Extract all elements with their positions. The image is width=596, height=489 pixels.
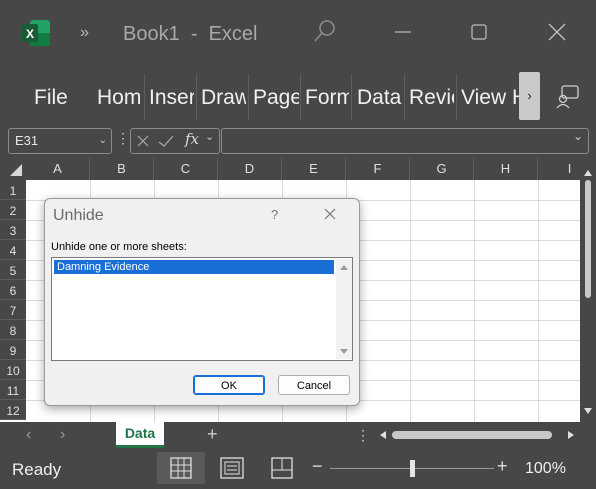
name-box-value: E31: [15, 133, 39, 148]
row-header[interactable]: 12: [0, 400, 26, 420]
row-header[interactable]: 6: [0, 280, 26, 300]
list-item[interactable]: Damning Evidence: [54, 260, 334, 274]
column-header[interactable]: A: [26, 158, 90, 180]
close-icon[interactable]: [321, 205, 339, 223]
row-header[interactable]: 8: [0, 320, 26, 340]
column-header[interactable]: I: [538, 158, 580, 180]
ok-button[interactable]: OK: [193, 375, 265, 395]
tab-page-layout[interactable]: Page: [253, 86, 299, 110]
next-sheet-icon[interactable]: ›: [60, 426, 65, 444]
tab-separator: [248, 74, 249, 120]
vertical-dots-icon[interactable]: ⋮: [356, 427, 370, 444]
row-header[interactable]: 2: [0, 200, 26, 220]
zoom-out-button[interactable]: −: [312, 456, 323, 477]
tab-insert[interactable]: Inser: [149, 86, 194, 110]
row-header[interactable]: 5: [0, 260, 26, 280]
new-sheet-button[interactable]: +: [207, 424, 218, 445]
tab-help[interactable]: H: [512, 86, 519, 110]
tab-separator: [196, 74, 197, 120]
tab-formulas[interactable]: Form: [305, 86, 349, 110]
ribbon-scroll-right-button[interactable]: ›: [519, 72, 540, 120]
tab-review[interactable]: Revie: [409, 86, 454, 110]
row-header[interactable]: 7: [0, 300, 26, 320]
tab-draw[interactable]: Draw: [201, 86, 246, 110]
chevron-down-icon[interactable]: ⌄: [99, 129, 107, 153]
search-icon[interactable]: [312, 18, 338, 44]
zoom-in-button[interactable]: +: [497, 456, 508, 477]
column-header[interactable]: B: [90, 158, 154, 180]
status-text: Ready: [12, 460, 62, 479]
insert-function-icon[interactable]: fx: [185, 130, 199, 148]
name-box[interactable]: E31 ⌄: [8, 128, 112, 154]
column-header[interactable]: H: [474, 158, 538, 180]
list-scrollbar[interactable]: [336, 259, 352, 359]
page-break-preview-icon[interactable]: [258, 452, 306, 484]
sheet-list-label: Unhide one or more sheets:: [51, 241, 187, 253]
previous-sheet-icon[interactable]: ‹: [26, 426, 31, 444]
close-icon[interactable]: [540, 18, 574, 48]
tab-separator: [351, 74, 352, 120]
select-all-button[interactable]: [0, 158, 26, 180]
column-header[interactable]: G: [410, 158, 474, 180]
svg-text:X: X: [26, 27, 34, 41]
unhide-dialog: Unhide ? Unhide one or more sheets: Damn…: [44, 198, 360, 406]
row-header[interactable]: 10: [0, 360, 26, 380]
zoom-level[interactable]: 100%: [525, 460, 566, 478]
cancel-formula-icon[interactable]: [135, 133, 151, 149]
hidden-sheets-list[interactable]: Damning Evidence: [51, 257, 353, 361]
tab-separator: [404, 74, 405, 120]
column-header[interactable]: D: [218, 158, 282, 180]
tab-separator: [456, 74, 457, 120]
share-icon[interactable]: [555, 84, 581, 110]
minimize-icon[interactable]: [386, 18, 420, 48]
column-headers: A B C D E F G H I: [0, 158, 580, 180]
window-title: Book1 - Excel: [123, 23, 258, 45]
formula-buttons: fx ⌄: [130, 128, 220, 154]
column-header[interactable]: F: [346, 158, 410, 180]
zoom-slider-thumb[interactable]: [410, 460, 415, 477]
row-header[interactable]: 4: [0, 240, 26, 260]
excel-logo-icon: X: [22, 20, 52, 46]
row-header[interactable]: 11: [0, 380, 26, 400]
tab-home[interactable]: Hom: [97, 86, 142, 110]
help-button[interactable]: ?: [271, 207, 278, 222]
title-bar: [0, 0, 596, 66]
tab-separator: [300, 74, 301, 120]
chevron-down-icon[interactable]: ⌄: [205, 130, 214, 143]
formula-input[interactable]: ⌄: [221, 128, 589, 154]
sheet-tab-data[interactable]: Data: [116, 422, 164, 448]
dialog-title: Unhide: [53, 207, 104, 224]
tab-separator: [144, 74, 145, 120]
tab-view[interactable]: View: [461, 86, 506, 110]
normal-view-icon[interactable]: [157, 452, 205, 484]
grid-line: [410, 180, 411, 422]
cancel-button[interactable]: Cancel: [278, 375, 350, 395]
tab-data[interactable]: Data: [357, 86, 402, 110]
maximize-icon[interactable]: [462, 18, 496, 48]
horizontal-scrollbar[interactable]: [378, 428, 576, 442]
tab-file[interactable]: File: [34, 86, 70, 110]
row-header[interactable]: 1: [0, 180, 26, 200]
row-header[interactable]: 9: [0, 340, 26, 360]
column-header[interactable]: E: [282, 158, 346, 180]
page-layout-view-icon[interactable]: [208, 452, 256, 484]
vertical-scrollbar[interactable]: [580, 158, 596, 422]
vertical-dots-icon[interactable]: ⋮: [116, 130, 130, 147]
grid-line: [538, 180, 539, 422]
expand-formula-bar-icon[interactable]: ⌄: [573, 129, 583, 143]
row-header[interactable]: 3: [0, 220, 26, 240]
column-header[interactable]: C: [154, 158, 218, 180]
grid-line: [474, 180, 475, 422]
more-commands-icon[interactable]: › ›: [80, 24, 89, 42]
enter-formula-icon[interactable]: [157, 133, 175, 149]
